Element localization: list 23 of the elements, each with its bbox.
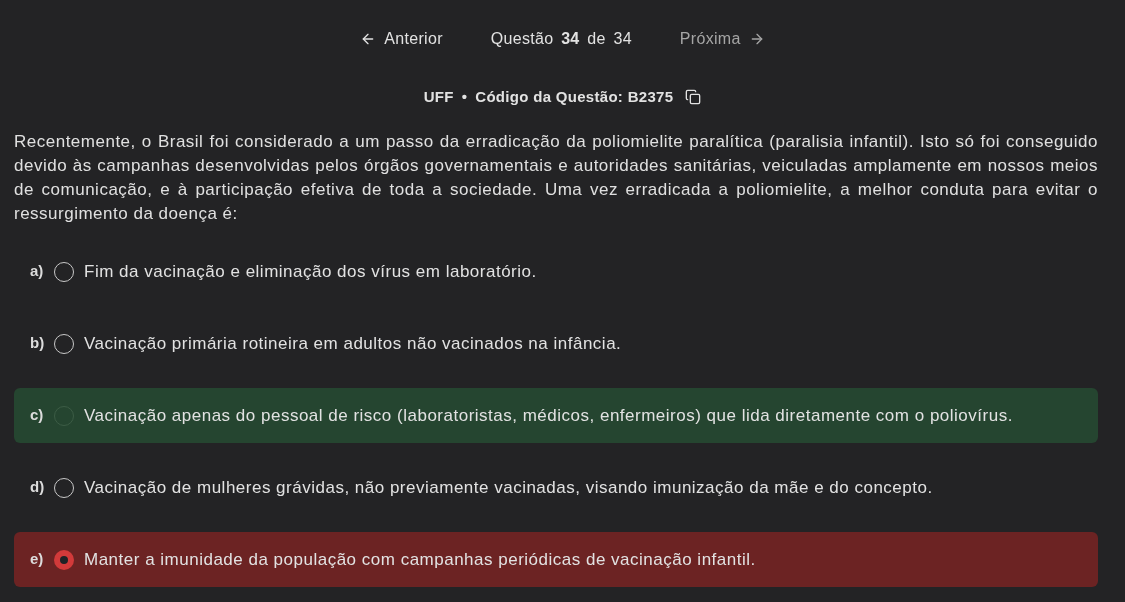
radio-selected-icon[interactable] bbox=[54, 549, 74, 570]
question-statement: Recentemente, o Brasil foi considerado a um passo da erradicação da poliomielite paralítica (paralisia infantil). Isto só foi conseguido devido às campanhas desenvolvidas pelos órgãos governamentais e autoridades sanitárias, veiculadas amplamente em nossos meios de comunicação, e à participação efetiva de toda a sociedade. Uma vez erradicada a poliomielite, a melhor conduta para evitar o ressurgimento da doença é: bbox=[14, 131, 1098, 225]
option-letter: d) bbox=[30, 477, 46, 498]
separator-dot: • bbox=[461, 86, 468, 107]
answer-option[interactable]: a) Fim da vacinação e eliminação dos vírus em laboratório. bbox=[14, 244, 1098, 299]
option-text: Vacinação apenas do pessoal de risco (laboratoristas, médicos, enfermeiros) que lida diretamente com o poliovírus. bbox=[84, 404, 1013, 427]
answer-option[interactable]: c) Vacinação apenas do pessoal de risco (laboratoristas, médicos, enfermeiros) que lida diretamente com o poliovírus. bbox=[14, 388, 1098, 443]
option-text: Fim da vacinação e eliminação dos vírus em laboratório. bbox=[84, 260, 537, 283]
option-letter: c) bbox=[30, 405, 45, 426]
copy-icon[interactable] bbox=[685, 89, 702, 105]
option-letter: a) bbox=[30, 261, 45, 282]
answer-option[interactable]: d) Vacinação de mulheres grávidas, não previamente vacinadas, visando imunização da mãe e do concepto. bbox=[14, 460, 1098, 515]
option-letter: b) bbox=[30, 333, 46, 354]
option-text: Manter a imunidade da população com campanhas periódicas de vacinação infantil. bbox=[84, 548, 756, 571]
option-letter: e) bbox=[30, 549, 45, 570]
option-text: Vacinação primária rotineira em adultos não vacinados na infância. bbox=[84, 332, 622, 355]
answer-option[interactable]: b) Vacinação primária rotineira em adultos não vacinados na infância. bbox=[14, 316, 1098, 371]
question-code: Código da Questão: B2375 bbox=[475, 86, 674, 107]
option-text: Vacinação de mulheres grávidas, não previamente vacinadas, visando imunização da mãe e do concepto. bbox=[84, 476, 933, 499]
answer-option[interactable]: e) Manter a imunidade da população com campanhas periódicas de vacinação infantil. bbox=[14, 532, 1098, 587]
source-label: UFF bbox=[423, 86, 454, 107]
previous-button[interactable]: Anterior bbox=[356, 22, 447, 55]
question-counter: Questão 34 de 34 bbox=[490, 28, 632, 49]
